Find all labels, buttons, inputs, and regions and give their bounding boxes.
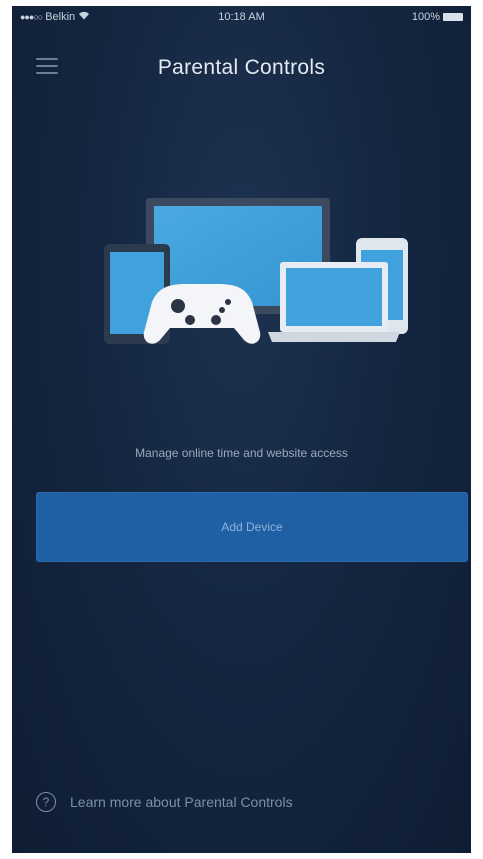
description-text: Manage online time and website access bbox=[135, 446, 348, 460]
status-bar: ●●●○○ Belkin 10:18 AM 100% bbox=[12, 6, 471, 28]
game-controller-icon bbox=[143, 284, 261, 344]
status-right: 100% bbox=[412, 11, 463, 23]
app-screen: ●●●○○ Belkin 10:18 AM 100% Parental Cont… bbox=[12, 6, 471, 853]
page-title: Parental Controls bbox=[157, 56, 326, 79]
learn-more-link[interactable]: ? Learn more about Parental Controls bbox=[36, 792, 293, 812]
battery-percent: 100% bbox=[411, 11, 440, 23]
devices-illustration bbox=[104, 198, 408, 344]
add-device-label: Add Device bbox=[221, 520, 283, 534]
add-device-button[interactable]: Add Device bbox=[36, 492, 468, 562]
status-time: 10:18 AM bbox=[218, 11, 265, 23]
laptop-icon bbox=[268, 262, 400, 342]
battery-icon bbox=[443, 13, 463, 21]
help-icon: ? bbox=[36, 792, 56, 812]
learn-more-label: Learn more about Parental Controls bbox=[70, 794, 293, 810]
